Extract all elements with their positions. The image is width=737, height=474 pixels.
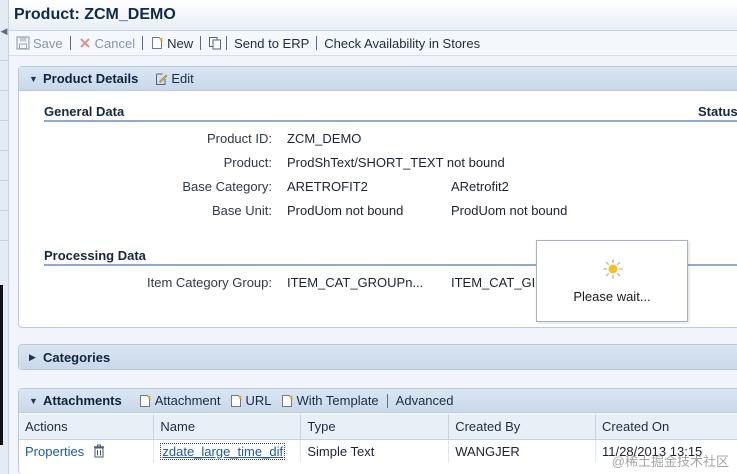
header-divider [386, 393, 388, 408]
new-label: New [167, 35, 194, 51]
strip-divider [0, 120, 8, 121]
cancel-label: Cancel [94, 35, 136, 51]
attachments-title: Attachments [43, 393, 122, 408]
column-header-name[interactable]: Name [153, 414, 302, 440]
collapsed-triangle-icon[interactable]: ▶ [29, 352, 43, 363]
strip-edge [0, 285, 3, 445]
close-icon [78, 36, 92, 50]
new-button[interactable]: New [150, 36, 193, 51]
send-label: Send to ERP [234, 35, 310, 51]
categories-panel: ▶ Categories [18, 344, 737, 370]
toolbar-divider [200, 36, 202, 50]
attachment-label: Attachment [154, 393, 221, 408]
add-attachment-button[interactable]: Attachment [138, 393, 221, 408]
actions-cell: Properties [19, 439, 155, 463]
advanced-label: Advanced [395, 393, 454, 408]
column-header-actions[interactable]: Actions [19, 414, 155, 440]
product-id-value: ZCM_DEMO [287, 131, 362, 146]
product-details-title: Product Details [43, 71, 139, 86]
main-toolbar: Save Cancel New Send to ERP Check Availa… [9, 31, 737, 56]
cancel-button[interactable]: Cancel [78, 36, 135, 51]
toolbar-divider [316, 36, 318, 50]
url-label: URL [245, 393, 272, 408]
save-icon [16, 36, 30, 50]
general-data-title: General Data [44, 104, 700, 122]
attachment-name-link[interactable]: zdate_large_time_dif [160, 442, 286, 460]
product-details-header[interactable]: ▼ Product Details Edit [19, 67, 737, 91]
product-label: Product: [223, 155, 272, 170]
page-title: Product: ZCM_DEMO [9, 0, 737, 31]
strip-divider [0, 60, 8, 61]
status-title: Status [698, 104, 737, 122]
strip-divider [0, 240, 8, 241]
copy-icon [208, 36, 222, 50]
with-template-label: With Template [296, 393, 379, 408]
please-wait-popup: Please wait... [536, 240, 688, 322]
please-wait-message: Please wait... [573, 289, 651, 304]
item-category-group-description: ITEM_CAT_GI [451, 275, 536, 290]
toolbar-divider [226, 36, 228, 50]
save-label: Save [33, 35, 63, 51]
created-by-cell: WANGJER [448, 439, 597, 463]
add-url-button[interactable]: URL [229, 393, 272, 408]
watermark: @稀土掘金技术社区 [611, 454, 729, 469]
new-document-icon [150, 36, 164, 50]
send-to-erp-button[interactable]: Send to ERP [234, 36, 309, 51]
strip-divider [0, 210, 8, 211]
check-label: Check Availability in Stores [324, 35, 481, 51]
column-header-created-by[interactable]: Created By [448, 414, 597, 440]
advanced-button[interactable]: Advanced [396, 393, 454, 408]
expanded-triangle-icon[interactable]: ▼ [29, 396, 43, 406]
expanded-triangle-icon[interactable]: ▼ [29, 74, 43, 84]
type-cell: Simple Text [300, 439, 450, 463]
product-id-label: Product ID: [206, 131, 272, 146]
categories-header[interactable]: ▶ Categories [19, 345, 737, 369]
new-document-icon [229, 394, 243, 408]
item-category-group-label: Item Category Group: [147, 275, 272, 290]
with-template-button[interactable]: With Template [280, 393, 379, 408]
trash-icon[interactable] [92, 444, 106, 458]
toolbar-divider [69, 36, 71, 50]
attachments-header: ▼ Attachments Attachment URL With Templa… [19, 389, 737, 413]
edit-icon [154, 72, 168, 86]
check-availability-button[interactable]: Check Availability in Stores [324, 36, 480, 51]
column-header-created-on[interactable]: Created On [595, 414, 737, 440]
base-unit-value: ProdUom not bound [287, 203, 404, 218]
properties-link[interactable]: Properties [25, 444, 84, 459]
strip-divider [0, 90, 8, 91]
table-header-row: Actions Name Type Created By Created On [19, 414, 737, 440]
copy-button[interactable] [208, 36, 222, 50]
base-category-value: ARETROFIT2 [287, 179, 368, 194]
base-unit-label: Base Unit: [212, 203, 272, 218]
categories-title: Categories [43, 349, 111, 365]
base-unit-description: ProdUom not bound [451, 203, 568, 218]
edit-button[interactable]: Edit [154, 71, 194, 86]
base-category-label: Base Category: [182, 179, 272, 194]
strip-divider [0, 180, 8, 181]
new-document-icon [280, 394, 294, 408]
collapse-arrow-icon[interactable]: ◀ [0, 22, 8, 40]
strip-divider [0, 150, 8, 151]
left-collapse-strip: ◀ [0, 0, 9, 474]
item-category-group-value: ITEM_CAT_GROUPn... [287, 275, 424, 290]
save-button[interactable]: Save [16, 36, 63, 51]
column-header-type[interactable]: Type [300, 414, 450, 440]
edit-label: Edit [171, 71, 194, 86]
new-document-icon [138, 394, 152, 408]
base-category-description: ARetrofit2 [451, 179, 509, 194]
name-cell: zdate_large_time_dif [153, 439, 302, 463]
loading-spinner-icon [603, 259, 623, 282]
toolbar-divider [142, 36, 144, 50]
product-value: ProdShText/SHORT_TEXT not bound [287, 155, 505, 170]
